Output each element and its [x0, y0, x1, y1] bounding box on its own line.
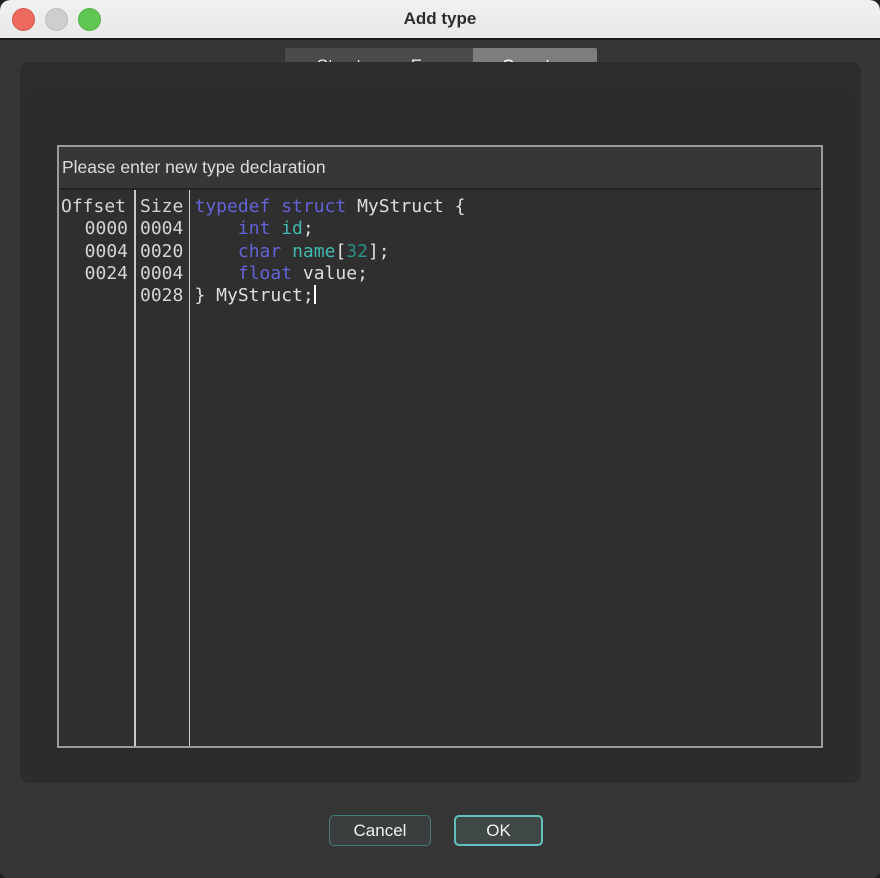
- offset-cell: [59, 285, 134, 307]
- code-rows: OffsetSizetypedef struct MyStruct {00000…: [59, 196, 821, 307]
- window-title: Add type: [0, 0, 880, 38]
- code-row: OffsetSizetypedef struct MyStruct {: [59, 196, 821, 218]
- size-cell: Size: [134, 196, 189, 218]
- offset-cell: Offset: [59, 196, 134, 218]
- size-cell: 0004: [134, 263, 189, 285]
- offset-cell: 0024: [59, 263, 134, 285]
- type-declaration-editor[interactable]: Please enter new type declaration Offset…: [57, 145, 823, 748]
- type-declaration-input[interactable]: OffsetSizetypedef struct MyStruct {00000…: [59, 190, 821, 746]
- editor-prompt: Please enter new type declaration: [59, 147, 821, 188]
- code-cell: char name[32];: [189, 241, 390, 263]
- ok-button[interactable]: OK: [454, 815, 543, 846]
- code-row: 00000004 int id;: [59, 218, 821, 240]
- titlebar: Add type: [0, 0, 880, 40]
- code-row: 00040020 char name[32];: [59, 241, 821, 263]
- size-cell: 0004: [134, 218, 189, 240]
- code-row: 0028} MyStruct;: [59, 285, 821, 307]
- code-cell: typedef struct MyStruct {: [189, 196, 466, 218]
- code-cell: } MyStruct;: [189, 285, 316, 307]
- code-cell: float value;: [189, 263, 368, 285]
- code-row: 00240004 float value;: [59, 263, 821, 285]
- add-type-dialog: Add type Struct Enum C syntax Please ent…: [0, 0, 880, 878]
- size-cell: 0020: [134, 241, 189, 263]
- size-cell: 0028: [134, 285, 189, 307]
- offset-cell: 0000: [59, 218, 134, 240]
- dialog-content: Struct Enum C syntax Please enter new ty…: [0, 40, 880, 878]
- cancel-button[interactable]: Cancel: [329, 815, 431, 846]
- text-cursor: [314, 285, 316, 304]
- offset-cell: 0004: [59, 241, 134, 263]
- tab-pane: Please enter new type declaration Offset…: [20, 62, 861, 783]
- code-cell: int id;: [189, 218, 314, 240]
